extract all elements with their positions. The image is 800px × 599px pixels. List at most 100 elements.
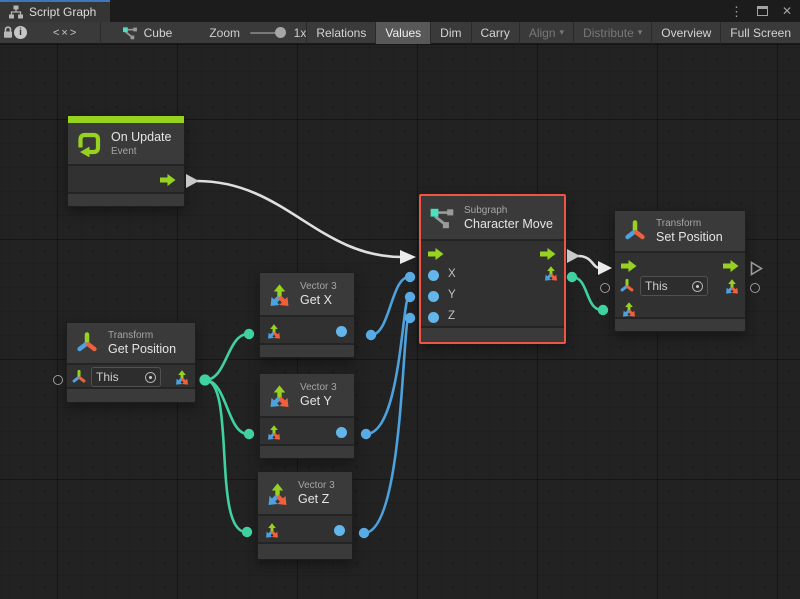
tab-bar: Script Graph ⋮ ✕ xyxy=(0,0,800,22)
carry-button[interactable]: Carry xyxy=(471,22,519,44)
vector3-output-port[interactable] xyxy=(723,277,741,295)
vector3-input-port[interactable] xyxy=(265,322,283,340)
input-port-z[interactable] xyxy=(428,312,439,323)
target-field-value: This xyxy=(96,370,145,384)
unconnected-control-output-marker[interactable] xyxy=(750,261,763,276)
target-field[interactable]: This xyxy=(640,276,708,296)
value-output-port[interactable] xyxy=(334,525,345,536)
node-on-update[interactable]: On Update Event xyxy=(67,115,185,207)
node-category: Vector 3 xyxy=(300,381,337,394)
input-port-x[interactable] xyxy=(428,270,439,281)
values-label: Values xyxy=(385,26,421,40)
node-subtitle: Event xyxy=(111,145,171,158)
node-set-position[interactable]: Transform Set Position This xyxy=(614,210,746,332)
node-header: Vector 3 Get X xyxy=(260,273,354,317)
value-output-port[interactable] xyxy=(336,326,347,337)
node-header: Transform Get Position xyxy=(67,323,195,365)
control-input-port[interactable] xyxy=(621,260,637,272)
zoom-slider[interactable] xyxy=(250,32,284,34)
input-port-y[interactable] xyxy=(428,291,439,302)
zoom-slider-knob[interactable] xyxy=(275,27,286,38)
values-button[interactable]: Values xyxy=(375,22,430,44)
transform-icon xyxy=(623,219,647,243)
overview-button[interactable]: Overview xyxy=(651,22,720,44)
fullscreen-label: Full Screen xyxy=(730,26,791,40)
dim-button[interactable]: Dim xyxy=(430,22,470,44)
unconnected-input-marker-get-position[interactable] xyxy=(53,375,63,385)
target-object-label: Cube xyxy=(144,26,173,40)
node-header: Transform Set Position xyxy=(615,211,745,253)
unconnected-output-marker-set-position-value[interactable] xyxy=(750,283,760,293)
node-get-z[interactable]: Vector 3 Get Z xyxy=(257,471,353,560)
vector3-input-port[interactable] xyxy=(265,423,283,441)
window-controls: ⋮ ✕ xyxy=(730,0,800,22)
dim-label: Dim xyxy=(440,26,461,40)
vector3-input-port[interactable] xyxy=(263,521,281,539)
distribute-dropdown[interactable]: Distribute ▾ xyxy=(573,22,651,44)
target-field[interactable]: This xyxy=(91,367,161,387)
node-category: Vector 3 xyxy=(298,479,335,492)
align-dropdown[interactable]: Align▾ xyxy=(519,22,573,44)
graph-icon xyxy=(9,5,23,19)
vector3-output-port[interactable] xyxy=(542,264,560,282)
node-title: Character Move xyxy=(464,217,553,232)
unity-script-graph-window: Script Graph ⋮ ✕ i <×> Cube Zoom 1x Rela… xyxy=(0,0,800,599)
input-label-y: Y xyxy=(448,289,456,301)
node-category: Subgraph xyxy=(464,204,553,217)
object-picker-icon[interactable] xyxy=(692,281,703,292)
control-output-port[interactable] xyxy=(723,260,739,272)
lock-icon xyxy=(2,26,14,39)
align-label: Align xyxy=(529,26,556,40)
carry-label: Carry xyxy=(481,26,510,40)
vector3-output-port[interactable] xyxy=(173,368,191,386)
node-footer xyxy=(421,328,564,338)
vector3-icon xyxy=(266,382,293,409)
node-header: Vector 3 Get Y xyxy=(260,374,354,418)
control-output-port[interactable] xyxy=(160,174,176,186)
target-object-button[interactable]: Cube xyxy=(113,22,182,44)
control-input-port[interactable] xyxy=(428,248,444,260)
node-header: Subgraph Character Move xyxy=(421,196,564,241)
node-get-position[interactable]: Transform Get Position This xyxy=(66,322,196,403)
fullscreen-button[interactable]: Full Screen xyxy=(720,22,800,44)
node-footer xyxy=(67,389,195,398)
node-title: Get Position xyxy=(108,342,176,357)
object-picker-icon[interactable] xyxy=(145,372,156,383)
node-footer xyxy=(260,345,354,353)
maximize-icon[interactable] xyxy=(757,6,768,16)
node-get-y[interactable]: Vector 3 Get Y xyxy=(259,373,355,459)
unconnected-input-marker-set-position-target[interactable] xyxy=(600,283,610,293)
node-ports: X Y Z xyxy=(421,241,564,328)
vector3-input-port[interactable] xyxy=(620,300,638,318)
value-output-port[interactable] xyxy=(336,427,347,438)
node-footer xyxy=(260,446,354,454)
inspect-button[interactable]: i xyxy=(14,22,27,44)
lock-button[interactable] xyxy=(2,22,14,44)
chevron-down-icon: ▾ xyxy=(638,27,643,38)
menu-kebab-icon[interactable]: ⋮ xyxy=(730,5,743,18)
node-ports xyxy=(258,516,352,544)
relations-label: Relations xyxy=(316,26,366,40)
node-character-move[interactable]: Subgraph Character Move X Y Z xyxy=(419,194,566,344)
node-ports: This xyxy=(615,253,745,319)
edit-script-button[interactable]: <×> xyxy=(53,22,78,44)
control-output-port[interactable] xyxy=(540,248,556,260)
node-ports xyxy=(260,317,354,345)
node-category: Transform xyxy=(656,217,723,230)
code-icon: <×> xyxy=(53,27,78,39)
node-title: Get Z xyxy=(298,492,335,507)
node-category: Vector 3 xyxy=(300,280,337,293)
node-get-x[interactable]: Vector 3 Get X xyxy=(259,272,355,358)
tab-script-graph[interactable]: Script Graph xyxy=(0,0,110,22)
update-loop-icon xyxy=(76,131,102,157)
node-title: Get Y xyxy=(300,394,337,409)
event-accent-strip xyxy=(68,116,184,123)
getposition-output-wire-dot[interactable] xyxy=(199,374,210,385)
graph-asset-icon xyxy=(122,25,138,41)
close-icon[interactable]: ✕ xyxy=(782,5,792,17)
relations-button[interactable]: Relations xyxy=(306,22,375,44)
transform-input-icon xyxy=(619,278,635,294)
distribute-label: Distribute xyxy=(583,26,634,40)
node-footer xyxy=(68,194,184,202)
input-label-z: Z xyxy=(448,310,455,322)
